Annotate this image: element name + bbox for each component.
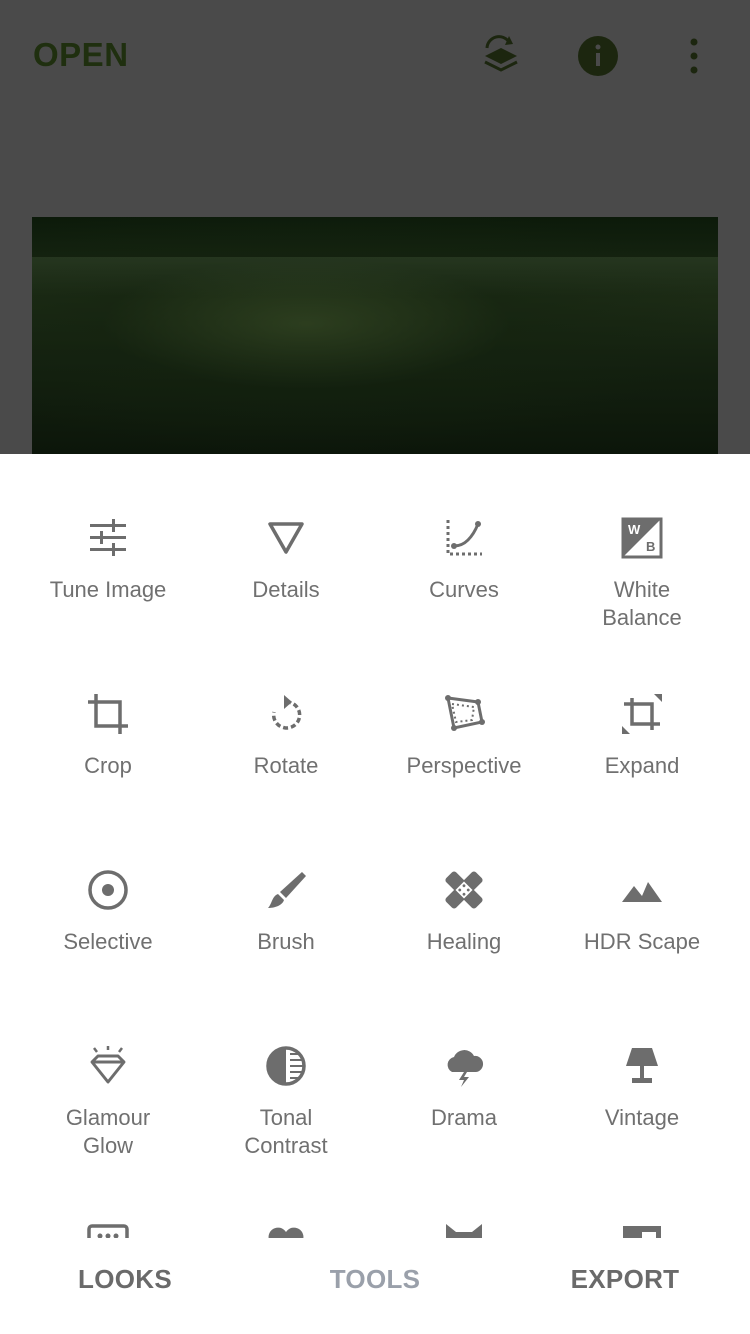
tool-label: Glamour Glow: [65, 1105, 151, 1158]
tool-label: Healing: [426, 929, 502, 954]
tool-label: Tonal Contrast: [244, 1105, 328, 1158]
tab-export[interactable]: EXPORT: [500, 1264, 750, 1295]
tool-label: Rotate: [253, 753, 319, 778]
tab-tools[interactable]: TOOLS: [250, 1264, 500, 1295]
tool-label: Vintage: [604, 1105, 680, 1130]
tool-label: Crop: [84, 753, 132, 778]
mask-icon: [442, 1220, 486, 1238]
tool-label: Details: [252, 577, 320, 602]
top-app-bar: OPEN: [0, 0, 750, 112]
healing-icon: [442, 868, 486, 912]
tune-icon: [86, 516, 130, 560]
selective-icon: [86, 868, 130, 912]
info-icon[interactable]: [576, 34, 620, 78]
undo-stack-icon[interactable]: [479, 34, 523, 78]
tool-label: Drama: [430, 1105, 497, 1130]
tools-sheet: Tune Image Details Curves W B White Bala…: [0, 454, 750, 1334]
brush-icon: [264, 868, 308, 912]
more-vert-icon[interactable]: [672, 34, 716, 78]
perspective-icon: [442, 692, 486, 736]
heart-icon: [264, 1220, 308, 1238]
diamond-icon: [86, 1044, 130, 1088]
bottom-nav: LOOKS TOOLS EXPORT: [0, 1238, 750, 1334]
tool-label: Curves: [429, 577, 499, 602]
tool-label: Selective: [63, 929, 153, 954]
tab-looks[interactable]: LOOKS: [0, 1264, 250, 1295]
white-balance-icon: W B: [620, 516, 664, 560]
svg-text:W: W: [628, 522, 641, 537]
frame-icon: [620, 1220, 664, 1238]
tool-label: Perspective: [406, 753, 522, 778]
svg-text:B: B: [646, 539, 655, 554]
grainy-film-icon: [86, 1220, 130, 1238]
storm-cloud-icon: [442, 1044, 486, 1088]
tool-label: Tune Image: [49, 577, 167, 602]
tool-label: White Balance: [602, 577, 682, 630]
open-button[interactable]: OPEN: [33, 36, 129, 74]
tool-label: Expand: [604, 753, 680, 778]
crop-icon: [86, 692, 130, 736]
rotate-icon: [264, 692, 308, 736]
tonal-contrast-icon: [264, 1044, 308, 1088]
lamp-icon: [620, 1044, 664, 1088]
triangle-icon: [264, 516, 308, 560]
tool-label: Brush: [257, 929, 315, 954]
expand-icon: [620, 692, 664, 736]
tools-grid: Tune Image Details Curves W B White Bala…: [0, 454, 750, 1238]
mountains-icon: [620, 868, 664, 912]
curves-icon: [442, 516, 486, 560]
photo-preview[interactable]: [32, 217, 718, 454]
tool-label: HDR Scape: [583, 929, 701, 954]
